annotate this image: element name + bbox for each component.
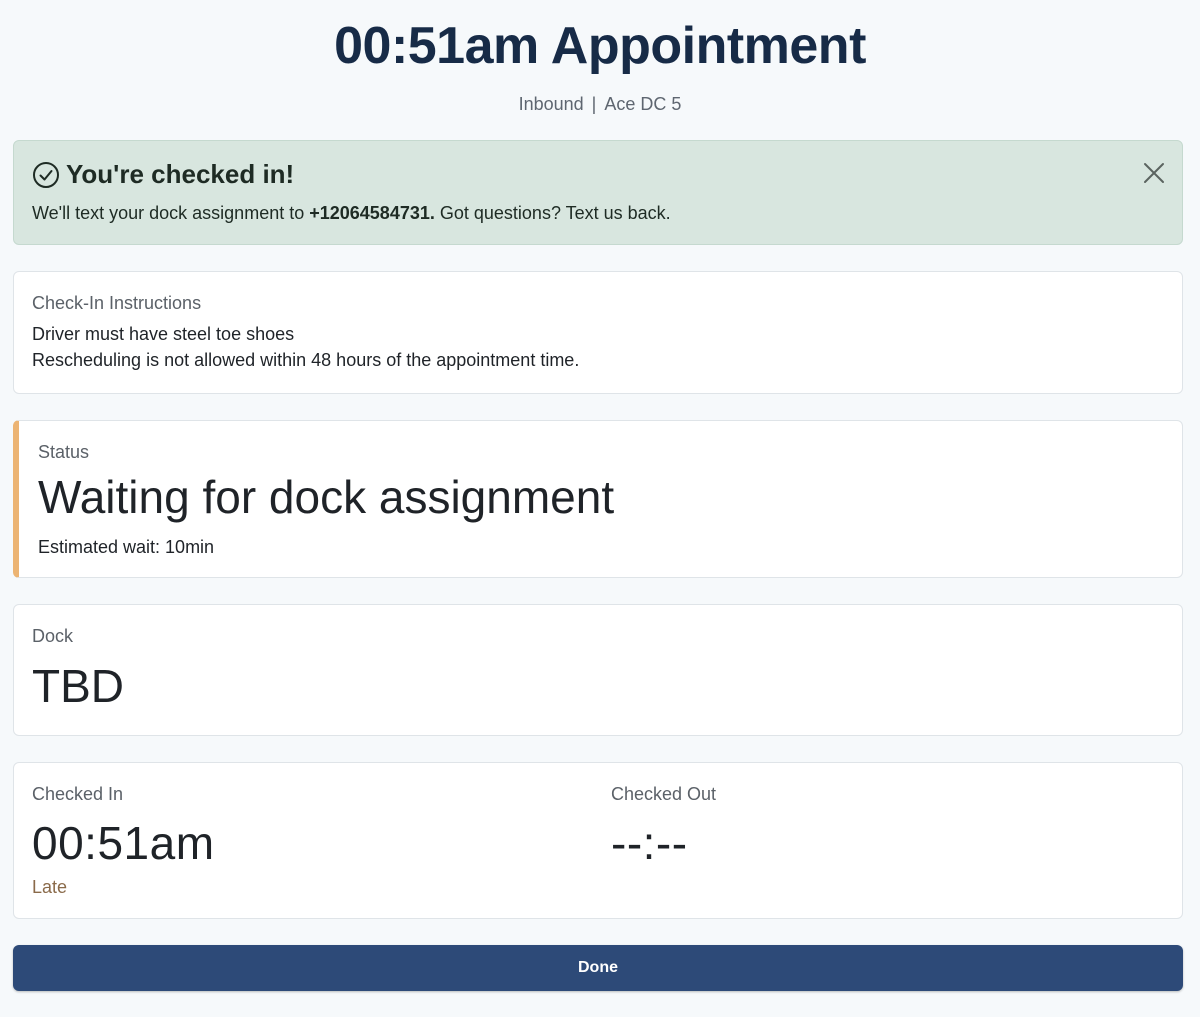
- checked-out-label: Checked Out: [611, 784, 717, 804]
- appointment-subtitle: Inbound | Ace DC 5: [0, 92, 1200, 116]
- check-in-instructions-card: Check-In Instructions Driver must have s…: [13, 271, 1183, 394]
- status-card: Status Waiting for dock assignment Estim…: [13, 420, 1183, 578]
- appointment-location: Ace DC 5: [604, 94, 682, 114]
- status-value: Waiting for dock assignment: [38, 471, 615, 523]
- close-icon: [1144, 163, 1164, 183]
- estimated-wait: Estimated wait: 10min: [38, 537, 215, 557]
- check-times-card: Checked In 00:51am Late Checked Out --:-…: [13, 762, 1183, 919]
- alert-header: You're checked in!: [32, 159, 294, 190]
- instruction-item: Rescheduling is not allowed within 48 ho…: [32, 350, 580, 370]
- alert-phone-number: +12064584731.: [309, 203, 435, 223]
- page-title: 00:51am Appointment: [334, 17, 866, 75]
- dock-label: Dock: [32, 626, 74, 646]
- checked-in-time: 00:51am: [32, 817, 215, 869]
- late-indicator: Late: [32, 877, 68, 897]
- alert-message-prefix: We'll text your dock assignment to: [32, 203, 310, 223]
- appointment-direction: Inbound: [518, 94, 584, 114]
- page-header: 00:51am Appointment Inbound | Ace DC 5: [0, 14, 1200, 116]
- subtitle-separator: |: [591, 94, 597, 114]
- checked-in-alert: You're checked in! We'll text your dock …: [13, 140, 1183, 245]
- checked-out-section: Checked Out --:--: [611, 783, 716, 871]
- alert-message-suffix: Got questions? Text us back.: [434, 203, 671, 223]
- done-button[interactable]: Done: [13, 945, 1183, 991]
- close-alert-button[interactable]: [1142, 161, 1166, 185]
- dock-value: TBD: [32, 660, 124, 712]
- check-circle-icon: [32, 161, 60, 189]
- instruction-item: Driver must have steel toe shoes: [32, 324, 295, 344]
- checked-in-label: Checked In: [32, 784, 124, 804]
- instructions-label: Check-In Instructions: [32, 293, 202, 313]
- alert-message: We'll text your dock assignment to +1206…: [32, 203, 671, 224]
- status-label: Status: [38, 442, 90, 462]
- appointment-page: 00:51am Appointment Inbound | Ace DC 5 You…: [0, 0, 1200, 1017]
- dock-card: Dock TBD: [13, 604, 1183, 736]
- instructions-list: Driver must have steel toe shoes Resched…: [32, 321, 1164, 373]
- checked-out-time: --:--: [611, 817, 688, 869]
- checked-in-section: Checked In 00:51am Late: [32, 783, 215, 898]
- alert-title: You're checked in!: [66, 159, 295, 189]
